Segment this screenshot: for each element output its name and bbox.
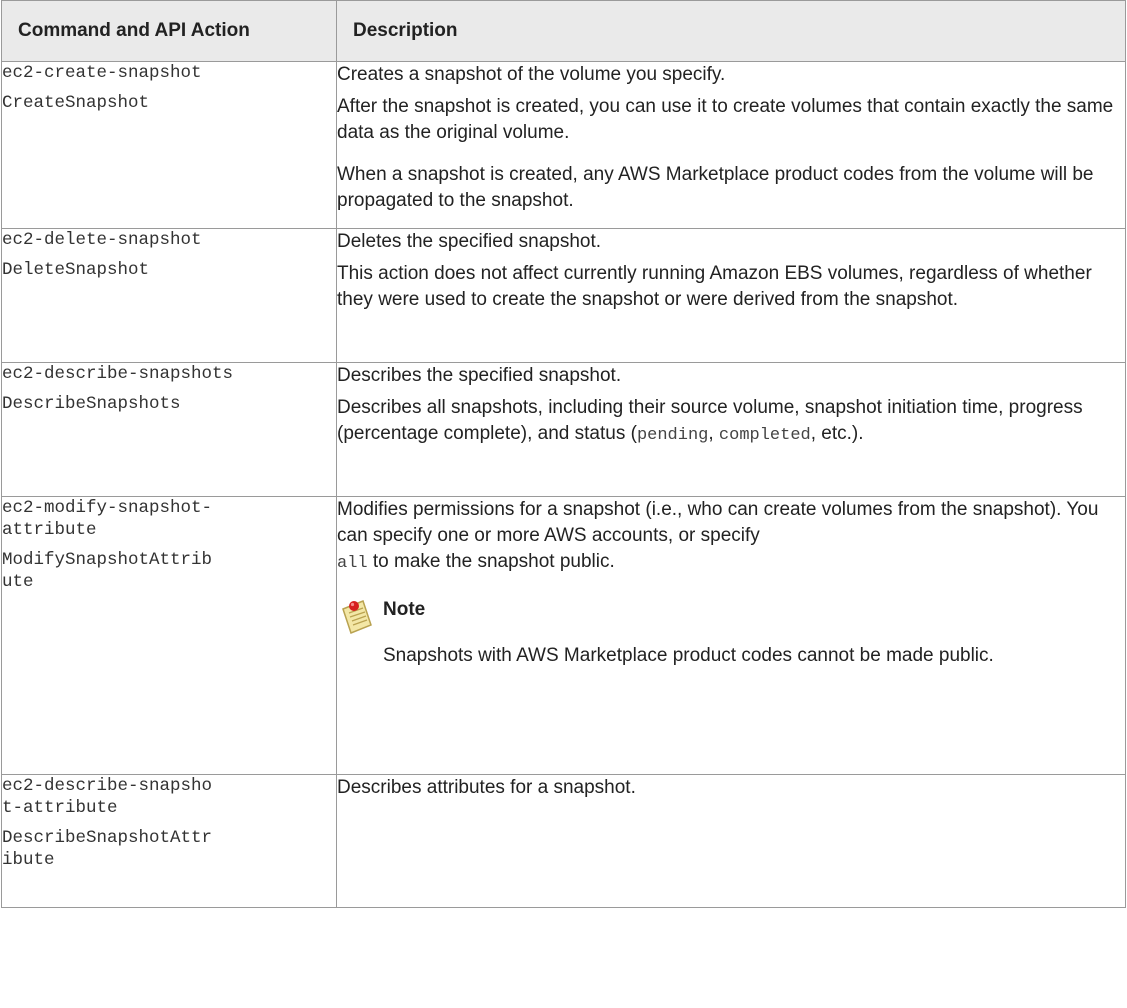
- command-cell: ec2-create-snapshot CreateSnapshot: [1, 61, 337, 229]
- command-cell: ec2-describe-snapsho t-attribute Describe…: [1, 774, 337, 908]
- status-code-completed: completed: [718, 426, 811, 445]
- description-text: Modifies permissions for a snapshot (i.e…: [337, 497, 1125, 577]
- description-cell: Describes the specified snapshot. Descri…: [336, 362, 1126, 497]
- cli-command-line: ec2-describe-snapsho: [2, 776, 213, 796]
- table-row: ec2-describe-snapshots DescribeSnapshots…: [1, 362, 1126, 497]
- note-title: Note: [383, 599, 426, 620]
- cli-command: ec2-describe-snapshots: [2, 364, 234, 384]
- command-cell: ec2-delete-snapshot DeleteSnapshot: [1, 228, 337, 363]
- api-action: DeleteSnapshot: [2, 260, 150, 280]
- description-text-part: , etc.).: [810, 423, 864, 444]
- description-text: Describes the specified snapshot.: [337, 365, 622, 386]
- description-text: Describes attributes for a snapshot.: [337, 777, 636, 798]
- table-row: ec2-describe-snapsho t-attribute Describe…: [1, 774, 1126, 908]
- table-row: ec2-delete-snapshot DeleteSnapshot Delet…: [1, 228, 1126, 363]
- description-text: After the snapshot is created, you can u…: [337, 96, 1114, 143]
- cli-command: ec2-create-snapshot: [2, 63, 202, 83]
- api-action: CreateSnapshot: [2, 93, 150, 113]
- command-cell: ec2-modify-snapshot-attribute ModifySnap…: [1, 496, 337, 775]
- table-row: ec2-create-snapshot CreateSnapshot Creat…: [1, 61, 1126, 229]
- command-cell: ec2-describe-snapshots DescribeSnapshots: [1, 362, 337, 497]
- description-text: When a snapshot is created, any AWS Mark…: [337, 164, 1094, 211]
- table-header-row: Command and API Action Description: [1, 0, 1126, 62]
- status-code-pending: pending: [636, 426, 709, 445]
- description-cell: Describes attributes for a snapshot.: [336, 774, 1126, 908]
- description-text-part: Modifies permissions for a snapshot (i.e…: [337, 499, 1099, 546]
- cli-command: ec2-modify-snapshot-attribute: [2, 497, 336, 541]
- api-action: DescribeSnapshots: [2, 394, 181, 414]
- description-text: This action does not affect currently ru…: [337, 263, 1092, 310]
- description-cell: Modifies permissions for a snapshot (i.e…: [336, 496, 1126, 775]
- cli-command-line: t-attribute: [2, 798, 118, 818]
- api-action: DescribeSnapshotAttr ibute: [2, 827, 336, 871]
- description-text: Describes all snapshots, including their…: [337, 395, 1125, 449]
- cli-command: ec2-describe-snapsho t-attribute: [2, 775, 336, 819]
- code-all: all: [337, 554, 368, 573]
- cli-command-line: attribute: [2, 520, 97, 540]
- description-text-part: to make the snapshot public.: [367, 551, 615, 572]
- api-action-line: ute: [2, 572, 34, 592]
- api-action-line: DescribeSnapshotAttr: [2, 828, 213, 848]
- api-action-line: ibute: [2, 850, 55, 870]
- note-box: Note Snapshots with AWS Marketplace prod…: [337, 597, 1125, 669]
- description-text: Creates a snapshot of the volume you spe…: [337, 64, 726, 85]
- separator: ,: [708, 423, 719, 444]
- header-description: Description: [336, 0, 1126, 62]
- header-command: Command and API Action: [1, 0, 337, 62]
- commands-table: Command and API Action Description ec2-c…: [1, 0, 1126, 908]
- description-cell: Deletes the specified snapshot. This act…: [336, 228, 1126, 363]
- api-action-line: ModifySnapshotAttrib: [2, 550, 213, 570]
- note-body: Snapshots with AWS Marketplace product c…: [383, 645, 994, 666]
- table-row: ec2-modify-snapshot-attribute ModifySnap…: [1, 496, 1126, 775]
- description-cell: Creates a snapshot of the volume you spe…: [336, 61, 1126, 229]
- cli-command-line: ec2-modify-snapshot-: [2, 498, 213, 518]
- api-action: ModifySnapshotAttrib ute: [2, 549, 336, 593]
- note-pushpin-icon: [337, 597, 375, 635]
- description-text: Deletes the specified snapshot.: [337, 231, 602, 252]
- cli-command: ec2-delete-snapshot: [2, 230, 202, 250]
